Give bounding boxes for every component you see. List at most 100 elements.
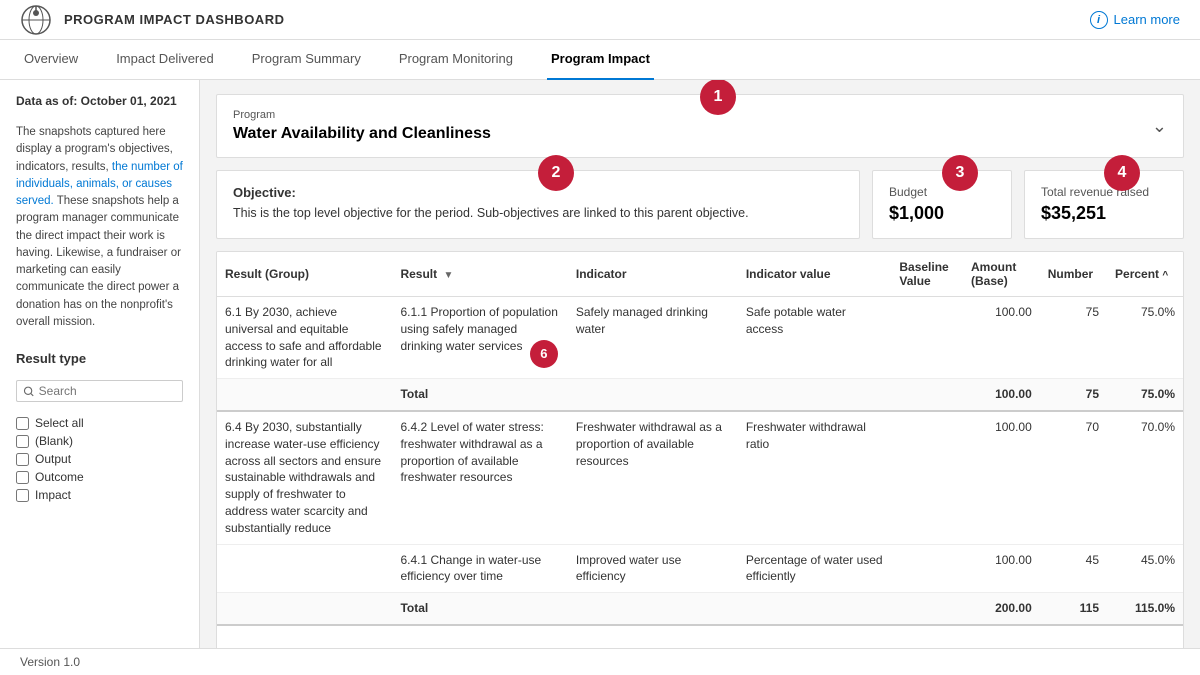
objective-card: 2 Objective: This is the top level objec… xyxy=(216,170,860,239)
checkbox-output[interactable]: Output xyxy=(16,452,183,466)
cell-indicator-value-1: Safe potable water access xyxy=(738,297,892,379)
cell-baseline-1 xyxy=(891,297,963,379)
col-header-percent: Percent ^ xyxy=(1107,252,1183,297)
impact-label: Impact xyxy=(35,488,71,502)
cell-indicator-4: Improved water use efficiency xyxy=(568,544,738,593)
circle-2: 2 xyxy=(538,155,574,191)
sidebar: Data as of: October 01, 2021 The snapsho… xyxy=(0,80,200,675)
sort-arrow-result: ▼ xyxy=(443,270,453,281)
cell-result-group-1: 6.1 By 2030, achieve universal and equit… xyxy=(217,297,392,379)
dashboard-content: Program Water Availability and Cleanline… xyxy=(200,80,1200,675)
header-left: PROGRAM IMPACT DASHBOARD xyxy=(20,4,284,36)
checkbox-outcome[interactable]: Outcome xyxy=(16,470,183,484)
table-row: 6.4.1 Change in water-use efficiency ove… xyxy=(217,544,1183,593)
search-icon xyxy=(23,385,35,398)
outcome-label: Outcome xyxy=(35,470,84,484)
revenue-value: $35,251 xyxy=(1041,203,1167,224)
cell-indicator-1: Safely managed drinking water xyxy=(568,297,738,379)
tab-program-monitoring[interactable]: Program Monitoring xyxy=(395,40,517,80)
cell-baseline-3 xyxy=(891,411,963,544)
cell-result-4: 6.4.1 Change in water-use efficiency ove… xyxy=(392,544,567,593)
cell-result-group-3: 6.4 By 2030, substantially increase wate… xyxy=(217,411,392,544)
tab-impact-delivered[interactable]: Impact Delivered xyxy=(112,40,218,80)
cell-result-1: 6.1.1 Proportion of population using saf… xyxy=(392,297,567,379)
budget-label: Budget xyxy=(889,185,995,199)
select-all-label: Select all xyxy=(35,416,84,430)
app-title: PROGRAM IMPACT DASHBOARD xyxy=(64,12,284,27)
cell-result-3: 6.4.2 Level of water stress: freshwater … xyxy=(392,411,567,544)
budget-card: 3 Budget $1,000 xyxy=(872,170,1012,239)
sort-arrow-percent: ^ xyxy=(1162,270,1168,281)
col-header-baseline: BaselineValue xyxy=(891,252,963,297)
result-type-heading: Result type xyxy=(16,351,183,366)
table-total-row-1: Total 100.00 75 75.0% xyxy=(217,379,1183,411)
version-bar: Version 1.0 xyxy=(0,648,1200,675)
cell-total-amount-2: 200.00 xyxy=(963,593,1040,625)
results-table: Result (Group) Result ▼ Indicator Indica… xyxy=(217,252,1183,626)
expand-chevron-icon[interactable]: ⌄ xyxy=(1152,116,1167,137)
col-header-indicator: Indicator xyxy=(568,252,738,297)
circle-1: 1 xyxy=(700,80,736,115)
cell-indicator-3: Freshwater withdrawal as a proportion of… xyxy=(568,411,738,544)
select-all-checkbox[interactable] xyxy=(16,417,29,430)
cell-total-amount-1: 100.00 xyxy=(963,379,1040,411)
cell-indicator-value-4: Percentage of water used efficiently xyxy=(738,544,892,593)
revenue-label: Total revenue raised xyxy=(1041,185,1167,199)
objective-label: Objective: xyxy=(233,185,843,200)
impact-checkbox[interactable] xyxy=(16,489,29,502)
checkbox-blank[interactable]: (Blank) xyxy=(16,434,183,448)
output-checkbox[interactable] xyxy=(16,453,29,466)
sidebar-description: The snapshots captured here display a pr… xyxy=(16,124,183,331)
cell-number-4: 45 xyxy=(1040,544,1107,593)
cell-amount-1: 100.00 xyxy=(963,297,1040,379)
cell-total-label-1: Total xyxy=(392,379,567,411)
nav-tabs: Overview Impact Delivered Program Summar… xyxy=(0,40,1200,80)
cell-amount-4: 100.00 xyxy=(963,544,1040,593)
info-icon: i xyxy=(1090,11,1108,29)
cell-baseline-4 xyxy=(891,544,963,593)
cell-total-label-2: Total xyxy=(392,593,567,625)
search-input[interactable] xyxy=(39,384,176,398)
cell-percent-1: 75.0% xyxy=(1107,297,1183,379)
blank-checkbox[interactable] xyxy=(16,435,29,448)
learn-more-link[interactable]: i Learn more xyxy=(1090,11,1180,29)
blank-label: (Blank) xyxy=(35,434,73,448)
objective-budget-row: 2 Objective: This is the top level objec… xyxy=(216,170,1184,239)
program-card-info: Program Water Availability and Cleanline… xyxy=(233,109,491,143)
circle-4: 4 xyxy=(1104,155,1140,191)
cell-total-number-2: 115 xyxy=(1040,593,1107,625)
results-link[interactable]: the number of individuals, animals, or c… xyxy=(16,161,183,208)
tab-overview[interactable]: Overview xyxy=(20,40,82,80)
cell-percent-4: 45.0% xyxy=(1107,544,1183,593)
main-content: Data as of: October 01, 2021 The snapsho… xyxy=(0,80,1200,675)
table-total-row-2: Total 200.00 115 115.0% xyxy=(217,593,1183,625)
col-header-amount: Amount(Base) xyxy=(963,252,1040,297)
budget-value: $1,000 xyxy=(889,203,995,224)
cell-amount-3: 100.00 xyxy=(963,411,1040,544)
outcome-checkbox[interactable] xyxy=(16,471,29,484)
cell-number-1: 75 xyxy=(1040,297,1107,379)
cell-number-3: 70 xyxy=(1040,411,1107,544)
tab-program-summary[interactable]: Program Summary xyxy=(248,40,365,80)
col-header-result[interactable]: Result ▼ xyxy=(392,252,567,297)
program-card: Program Water Availability and Cleanline… xyxy=(216,94,1184,158)
objective-text: This is the top level objective for the … xyxy=(233,204,843,223)
tab-program-impact[interactable]: Program Impact xyxy=(547,40,654,80)
version-label: Version 1.0 xyxy=(20,655,80,669)
col-header-result-group: Result (Group) xyxy=(217,252,392,297)
app-header: PROGRAM IMPACT DASHBOARD i Learn more xyxy=(0,0,1200,40)
program-label: Program xyxy=(233,109,491,121)
cell-total-number-1: 75 xyxy=(1040,379,1107,411)
output-label: Output xyxy=(35,452,71,466)
data-as-of-date: Data as of: October 01, 2021 xyxy=(16,94,183,108)
revenue-card: 4 Total revenue raised $35,251 xyxy=(1024,170,1184,239)
checkbox-list: Select all (Blank) Output Outcome Impact xyxy=(16,416,183,502)
table-row: 6.4 By 2030, substantially increase wate… xyxy=(217,411,1183,544)
cell-total-percent-2: 115.0% xyxy=(1107,593,1183,625)
col-header-number: Number xyxy=(1040,252,1107,297)
col-header-indicator-value: Indicator value xyxy=(738,252,892,297)
checkbox-select-all[interactable]: Select all xyxy=(16,416,183,430)
checkbox-impact[interactable]: Impact xyxy=(16,488,183,502)
circle-3: 3 xyxy=(942,155,978,191)
search-box[interactable] xyxy=(16,380,183,402)
